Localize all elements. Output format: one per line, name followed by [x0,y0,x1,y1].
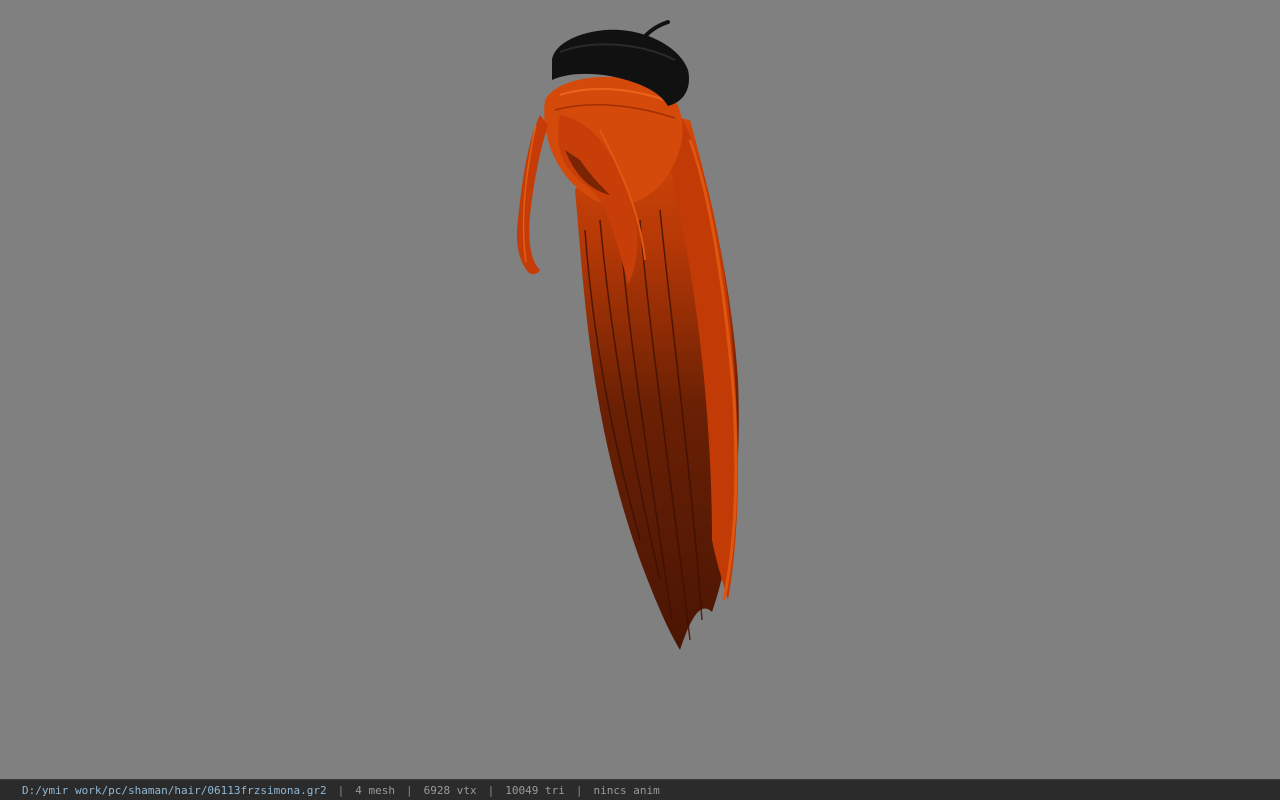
status-bar: D:/ymir work/pc/shaman/hair/06113frzsimo… [0,779,1280,800]
file-path: D:/ymir work/pc/shaman/hair/06113frzsimo… [22,783,327,797]
hair-model-render [516,20,739,650]
separator: | [487,783,495,797]
3d-viewport[interactable] [0,0,1280,779]
mesh-count: 4 mesh [355,783,396,797]
anim-status: nincs anim [593,783,660,797]
separator: | [406,783,413,797]
triangle-count: 10049 tri [505,783,565,797]
vertex-count: 6928 vtx [423,783,477,797]
separator: | [337,783,345,797]
separator: | [575,783,583,797]
